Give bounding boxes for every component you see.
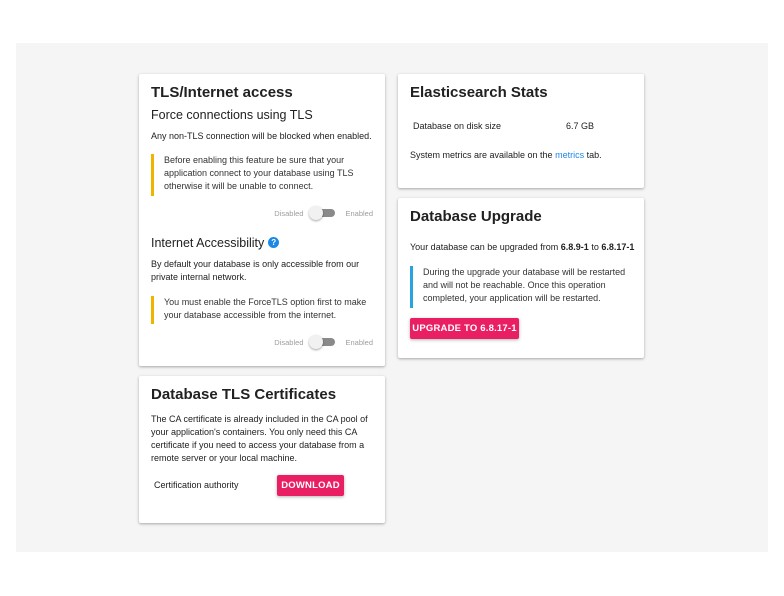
disk-size-label: Database on disk size [413, 121, 502, 131]
card-title: Database TLS Certificates [151, 386, 337, 403]
warning-bar [151, 154, 154, 196]
internet-accessibility-toggle[interactable] [309, 335, 337, 349]
internet-accessibility-warning: You must enable the ForceTLS option firs… [151, 296, 369, 324]
disk-size-value: 6.7 GB [566, 121, 595, 131]
page-background [16, 43, 768, 552]
internet-accessibility-warning-text: You must enable the ForceTLS option firs… [164, 297, 367, 320]
elasticsearch-stats-card: Elasticsearch Stats Database on disk siz… [398, 74, 644, 188]
internet-accessibility-heading: Internet Accessibility? [151, 236, 280, 250]
upgrade-line-mid: to [588, 242, 602, 252]
force-tls-description: Any non-TLS connection will be blocked w… [151, 131, 372, 141]
internet-accessibility-title: Internet Accessibility [151, 236, 265, 250]
force-tls-toggle-row: Disabled Enabled [274, 206, 373, 220]
upgrade-info: During the upgrade your database will be… [410, 266, 632, 308]
metrics-note-prefix: System metrics are available on the [410, 150, 556, 160]
database-upgrade-card: Database Upgrade Your database can be up… [398, 198, 644, 358]
force-tls-warning-text: Before enabling this feature be sure tha… [164, 155, 354, 191]
internet-accessibility-description: By default your database is only accessi… [151, 259, 360, 282]
warning-bar [151, 296, 154, 324]
upgrade-line-prefix: Your database can be upgraded from [410, 242, 561, 252]
card-title: Database Upgrade [410, 208, 542, 225]
to-version: 6.8.17-1 [601, 242, 635, 252]
tls-internet-card: TLS/Internet access Force connections us… [139, 74, 385, 366]
force-tls-heading: Force connections using TLS [151, 108, 313, 122]
card-title: Elasticsearch Stats [410, 84, 548, 101]
from-version: 6.8.9-1 [560, 242, 589, 252]
internet-accessibility-toggle-row: Disabled Enabled [274, 335, 373, 349]
card-title: TLS/Internet access [151, 84, 293, 101]
tls-certificates-card: Database TLS Certificates The CA certifi… [139, 376, 385, 523]
toggle-off-label: Disabled [274, 337, 304, 347]
download-button[interactable]: DOWNLOAD [277, 475, 344, 496]
toggle-on-label: Enabled [345, 208, 373, 218]
toggle-on-label: Enabled [345, 337, 373, 347]
upgrade-button[interactable]: UPGRADE TO 6.8.17-1 [410, 318, 519, 339]
help-icon[interactable]: ? [268, 237, 280, 248]
upgrade-versions-line: Your database can be upgraded from 6.8.9… [410, 241, 634, 254]
upgrade-info-text: During the upgrade your database will be… [423, 267, 626, 303]
info-bar [410, 266, 413, 308]
metrics-link[interactable]: metrics [555, 150, 584, 160]
metrics-note: System metrics are available on the metr… [410, 149, 602, 162]
force-tls-toggle[interactable] [309, 206, 337, 220]
certification-authority-label: Certification authority [154, 480, 239, 490]
certificates-description: The CA certificate is already included i… [151, 414, 368, 463]
metrics-note-suffix: tab. [584, 150, 602, 160]
force-tls-warning: Before enabling this feature be sure tha… [151, 154, 369, 196]
toggle-off-label: Disabled [274, 208, 304, 218]
